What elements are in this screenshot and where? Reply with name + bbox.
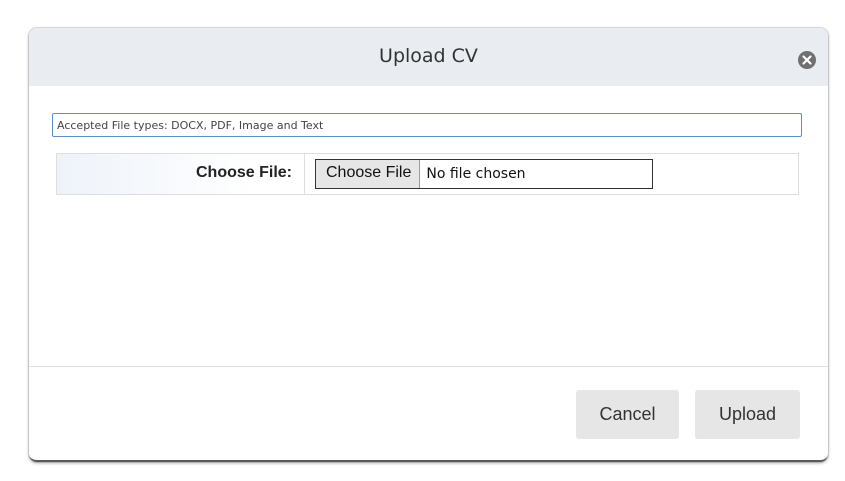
file-upload-row: Choose File: Choose File No file chosen [56,153,799,195]
choose-file-label: Choose File: [57,154,305,194]
cancel-button[interactable]: Cancel [576,390,679,439]
dialog-header: Upload CV [29,28,828,86]
accepted-file-types-box: Accepted File types: DOCX, PDF, Image an… [52,113,802,137]
footer-divider [29,366,828,367]
page-background: Upload CV Accepted File types: DOCX, PDF… [0,0,845,481]
close-x-glyph [802,55,812,65]
dialog-title: Upload CV [379,45,478,67]
upload-button[interactable]: Upload [695,390,800,439]
choose-file-button[interactable]: Choose File [316,160,421,188]
upload-cv-dialog: Upload CV Accepted File types: DOCX, PDF… [29,28,828,462]
file-status-text: No file chosen [426,166,526,182]
file-input-cell: Choose File No file chosen [305,154,798,194]
close-icon[interactable] [798,51,816,69]
file-input[interactable]: Choose File No file chosen [315,159,653,189]
